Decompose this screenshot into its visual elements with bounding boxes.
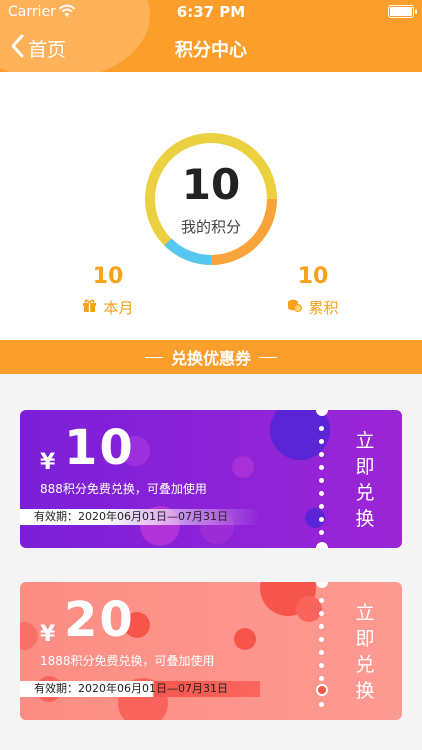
total-value: 10	[297, 264, 329, 289]
coupon-amount: 10	[64, 420, 135, 476]
divider	[259, 356, 277, 358]
header: Carrier 6:37 PM 首页 积分中心	[0, 0, 422, 72]
month-label: 本月	[103, 299, 134, 317]
decoration-bubble	[20, 622, 38, 650]
points-label: 我的积分	[180, 218, 241, 236]
points-value: 10	[181, 160, 241, 209]
perforation	[319, 410, 325, 548]
coins-icon	[287, 298, 303, 317]
coupon-description: 1888积分免费兑换，可叠加使用	[40, 654, 215, 668]
page-title: 积分中心	[175, 40, 247, 61]
gift-icon	[82, 298, 97, 317]
status-bar: Carrier 6:37 PM	[0, 0, 422, 24]
points-section: 10 我的积分 10 本月 10 累积	[0, 72, 422, 340]
battery-icon	[388, 5, 417, 18]
coupon-validity: 有效期：2020年06月01日—07月31日	[20, 509, 260, 525]
total-label: 累积	[308, 299, 339, 317]
divider	[144, 356, 163, 358]
month-value: 10	[92, 264, 124, 289]
status-time: 6:37 PM	[176, 3, 246, 21]
coupon-amount: 20	[64, 592, 135, 648]
points-ring: 10 我的积分	[144, 132, 278, 266]
currency-symbol: ¥	[40, 622, 56, 647]
month-stat: 10 本月	[38, 264, 178, 318]
coupon-description: 888积分免费兑换，可叠加使用	[40, 482, 207, 496]
coupon-card[interactable]: ¥ 10 888积分免费兑换，可叠加使用 有效期：2020年06月01日—07月…	[20, 410, 402, 548]
decoration-bubble	[232, 456, 254, 478]
redeem-button[interactable]: 立即兑换	[340, 600, 390, 704]
perforation	[319, 582, 325, 720]
coupon-validity: 有效期：2020年06月01日—07月31日	[20, 681, 260, 697]
nav-bar: 首页 积分中心	[0, 28, 422, 68]
coupon-card[interactable]: ¥ 20 1888积分免费兑换，可叠加使用 有效期：2020年06月01日—07…	[20, 582, 402, 720]
total-stat: 10 累积	[243, 264, 383, 318]
currency-symbol: ¥	[40, 450, 56, 475]
section-banner: 兑换优惠券	[0, 340, 422, 374]
decoration-bubble	[234, 628, 256, 650]
redeem-button[interactable]: 立即兑换	[340, 428, 390, 532]
section-title: 兑换优惠券	[170, 349, 251, 368]
